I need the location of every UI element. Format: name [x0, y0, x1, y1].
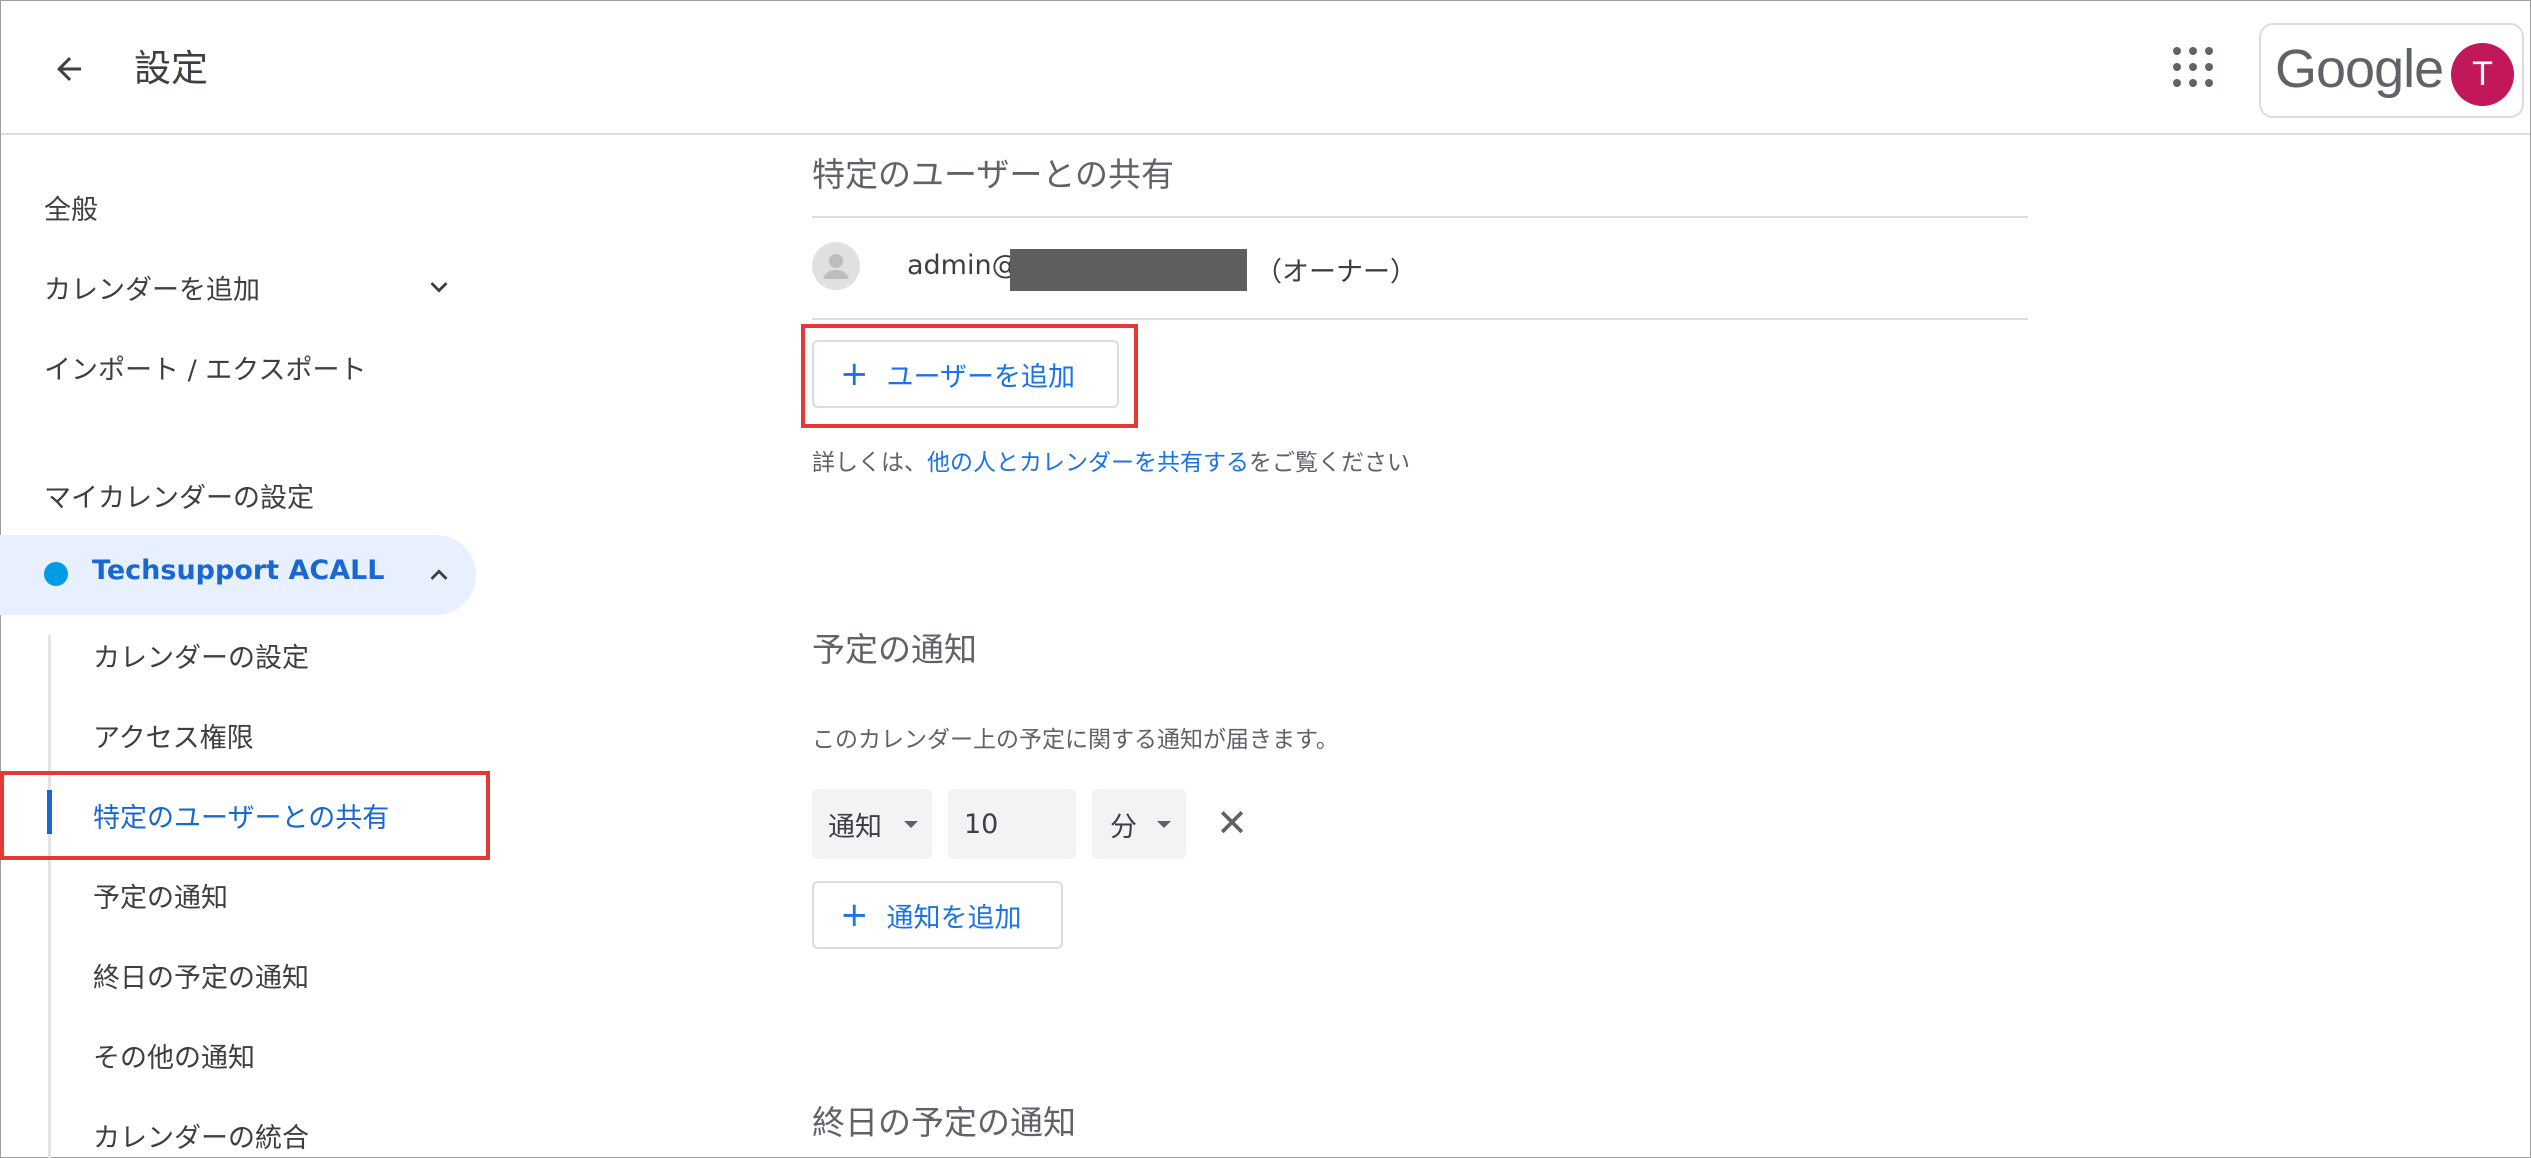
divider	[812, 318, 2028, 320]
person-icon	[812, 242, 860, 290]
sidebar-item-event-notifications[interactable]: 予定の通知	[93, 876, 228, 915]
notifications-section-title: 予定の通知	[812, 630, 977, 669]
notification-unit-value: 分	[1110, 811, 1137, 843]
top-bar: 設定 Google T	[1, 1, 2530, 135]
caret-down-icon	[1157, 820, 1171, 828]
close-icon[interactable]: ✕	[1212, 800, 1252, 846]
highlight-box-sidebar	[0, 771, 490, 860]
sidebar-item-integrate-calendar[interactable]: カレンダーの統合	[93, 1116, 309, 1155]
help-text: 詳しくは、他の人とカレンダーを共有するをご覧ください	[812, 443, 1410, 477]
apps-grid-icon[interactable]	[2171, 45, 2215, 89]
sidebar-my-calendars-heading: マイカレンダーの設定	[44, 483, 314, 514]
redacted-block	[1010, 249, 1247, 291]
avatar[interactable]: T	[2451, 43, 2514, 106]
back-arrow-icon	[57, 57, 81, 81]
sidebar-item-general[interactable]: 全般	[44, 188, 98, 227]
chevron-down-icon[interactable]	[422, 270, 456, 304]
back-button[interactable]	[41, 41, 97, 97]
calendar-color-dot	[44, 562, 68, 586]
notification-type-value: 通知	[828, 811, 882, 843]
help-prefix: 詳しくは、	[812, 450, 927, 476]
sidebar-item-all-day-notifications[interactable]: 終日の予定の通知	[93, 956, 309, 995]
sidebar-item-access-permissions[interactable]: アクセス権限	[93, 716, 254, 755]
user-email: admin@	[907, 250, 1019, 281]
sidebar-item-calendar-settings[interactable]: カレンダーの設定	[93, 636, 309, 675]
help-link[interactable]: 他の人とカレンダーを共有する	[927, 450, 1249, 476]
sidebar-item-add-calendar[interactable]: カレンダーを追加	[44, 268, 260, 307]
sidebar-item-active-calendar[interactable]: Techsupport ACALL	[0, 535, 476, 615]
notifications-description: このカレンダー上の予定に関する通知が届きます。	[812, 727, 1339, 753]
caret-down-icon	[904, 820, 918, 828]
all-day-section-title: 終日の予定の通知	[812, 1103, 1076, 1142]
highlight-box-add-user	[801, 324, 1138, 428]
calendar-name: Techsupport ACALL	[92, 555, 385, 586]
notification-unit-select[interactable]: 分	[1092, 789, 1186, 859]
notification-amount-input[interactable]: 10	[948, 789, 1076, 859]
plus-icon: +	[840, 895, 869, 935]
user-role: （オーナー）	[1255, 257, 1417, 288]
add-notification-button[interactable]: + 通知を追加	[812, 881, 1063, 949]
google-logo: Google	[2275, 39, 2444, 99]
chevron-up-icon[interactable]	[422, 558, 456, 592]
sidebar-item-import-export[interactable]: インポート / エクスポート	[44, 348, 366, 387]
help-suffix: をご覧ください	[1249, 450, 1410, 476]
notification-amount-value: 10	[964, 808, 999, 840]
sidebar-item-other-notifications[interactable]: その他の通知	[93, 1036, 255, 1075]
sub-nav-line	[48, 635, 51, 1158]
add-notification-label: 通知を追加	[886, 902, 1022, 934]
page-title: 設定	[134, 47, 208, 90]
account-box[interactable]: Google T	[2259, 23, 2524, 118]
sharing-section-title: 特定のユーザーとの共有	[812, 155, 1175, 194]
divider	[812, 216, 2028, 218]
notification-type-select[interactable]: 通知	[812, 789, 932, 859]
